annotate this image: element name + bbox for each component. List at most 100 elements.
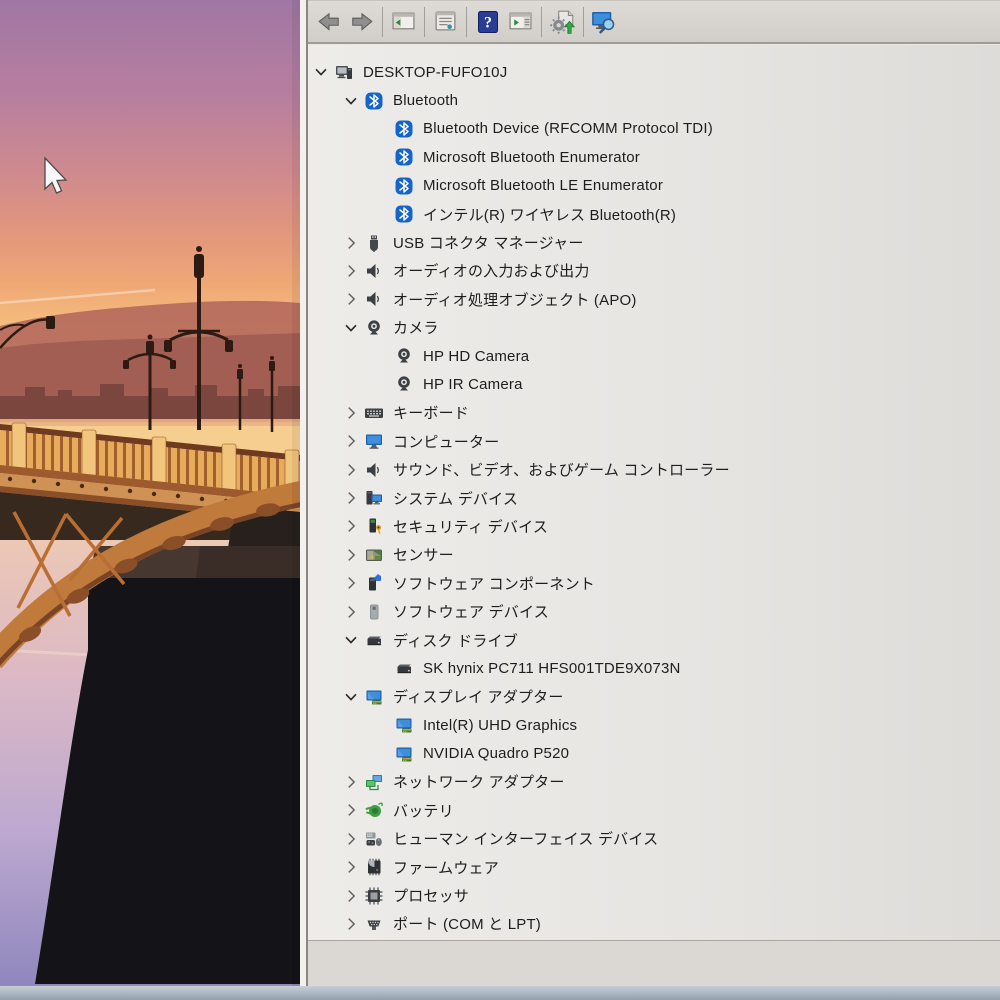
collapse-chevron-icon[interactable]: [338, 318, 364, 338]
tree-item[interactable]: ディスク ドライブ: [308, 626, 1000, 654]
screen-bottom-edge: [0, 986, 1000, 1000]
collapse-chevron-icon[interactable]: [338, 630, 364, 650]
tree-item[interactable]: HP HD Camera: [308, 342, 1000, 370]
toolbar-separator: [583, 6, 584, 37]
tree-item[interactable]: インテル(R) ワイヤレス Bluetooth(R): [308, 200, 1000, 228]
back-button[interactable]: [312, 5, 345, 39]
tree-item[interactable]: キーボード: [308, 399, 1000, 427]
expand-chevron-icon[interactable]: [338, 857, 364, 877]
properties-icon: [435, 11, 456, 31]
expand-chevron-icon[interactable]: [338, 261, 364, 281]
tree-item[interactable]: Microsoft Bluetooth LE Enumerator: [308, 172, 1000, 200]
help-icon: ?: [477, 10, 498, 33]
tree-item[interactable]: Intel(R) UHD Graphics: [308, 711, 1000, 739]
status-bar: [308, 940, 1000, 987]
tree-item[interactable]: オーディオ処理オブジェクト (APO): [308, 285, 1000, 313]
expand-chevron-icon[interactable]: [338, 545, 364, 565]
expand-chevron-icon[interactable]: [338, 460, 364, 480]
tree-item[interactable]: ヒューマン インターフェイス デバイス: [308, 825, 1000, 853]
forward-button[interactable]: [345, 5, 378, 39]
display-icon: [394, 744, 414, 764]
scan-hardware-changes-button[interactable]: [546, 5, 579, 39]
ports-icon: [364, 914, 384, 934]
disk-icon: [394, 658, 414, 678]
help-button[interactable]: ?: [471, 5, 504, 39]
expand-chevron-icon[interactable]: [338, 403, 364, 423]
tree-item-label: Microsoft Bluetooth LE Enumerator: [423, 177, 664, 195]
show-action-pane-button[interactable]: [504, 5, 537, 39]
svg-text:?: ?: [484, 14, 492, 31]
tree-item[interactable]: ソフトウェア コンポーネント: [308, 569, 1000, 597]
collapse-chevron-icon[interactable]: [308, 62, 334, 82]
tree-item[interactable]: システム デバイス: [308, 484, 1000, 512]
tree-item-label: ヒューマン インターフェイス デバイス: [393, 831, 659, 849]
toolbar: ?: [308, 0, 1000, 44]
computer-search-icon: [592, 11, 615, 34]
tree-item-label: ネットワーク アダプター: [393, 774, 565, 792]
tree-item[interactable]: セキュリティ デバイス: [308, 512, 1000, 540]
hid-icon: [364, 829, 384, 849]
tree-item[interactable]: ディスプレイ アダプター: [308, 683, 1000, 711]
tree-item[interactable]: サウンド、ビデオ、およびゲーム コントローラー: [308, 455, 1000, 483]
forward-arrow-icon: [351, 12, 373, 31]
expand-chevron-icon[interactable]: [338, 488, 364, 508]
expand-chevron-icon[interactable]: [338, 516, 364, 536]
tree-item[interactable]: プロセッサ: [308, 881, 1000, 909]
expand-chevron-icon[interactable]: [338, 914, 364, 934]
expand-chevron-icon[interactable]: [338, 431, 364, 451]
keyboard-icon: [364, 403, 384, 423]
tree-item[interactable]: Bluetooth: [308, 86, 1000, 114]
tree-item-label: ディスク ドライブ: [393, 632, 518, 650]
audio-icon: [364, 261, 384, 281]
show-console-tree-button[interactable]: [387, 5, 420, 39]
tree-item[interactable]: SK hynix PC711 HFS001TDE9X073N: [308, 654, 1000, 682]
tree-item[interactable]: DESKTOP-FUFO10J: [308, 58, 1000, 86]
tree-item[interactable]: センサー: [308, 541, 1000, 569]
tree-item[interactable]: オーディオの入力および出力: [308, 257, 1000, 285]
tree-item[interactable]: バッテリ: [308, 796, 1000, 824]
disk-icon: [364, 630, 384, 650]
tree-item[interactable]: USB コネクタ マネージャー: [308, 228, 1000, 256]
collapse-chevron-icon[interactable]: [338, 91, 364, 111]
properties-button[interactable]: [429, 5, 462, 39]
system-icon: [364, 488, 384, 508]
expand-chevron-icon[interactable]: [338, 233, 364, 253]
back-arrow-icon: [317, 12, 339, 31]
expand-chevron-icon[interactable]: [338, 886, 364, 906]
tree-item[interactable]: Bluetooth Device (RFCOMM Protocol TDI): [308, 115, 1000, 143]
tree-item[interactable]: カメラ: [308, 314, 1000, 342]
tree-item[interactable]: HP IR Camera: [308, 370, 1000, 398]
tree-item[interactable]: ソフトウェア デバイス: [308, 597, 1000, 625]
tree-item-label: セキュリティ デバイス: [393, 518, 549, 536]
camera-icon: [364, 318, 384, 338]
scan-hardware-icon: [549, 10, 575, 34]
tree-item-label: オーディオの入力および出力: [393, 263, 590, 281]
tree-item[interactable]: ポート (COM と LPT): [308, 910, 1000, 938]
display-icon: [394, 715, 414, 735]
tree-item-label: ポート (COM と LPT): [393, 916, 541, 934]
expand-chevron-icon[interactable]: [338, 573, 364, 593]
tree-item[interactable]: コンピューター: [308, 427, 1000, 455]
firmware-icon: [364, 857, 384, 877]
collapse-chevron-icon[interactable]: [338, 687, 364, 707]
processor-icon: [364, 886, 384, 906]
tree-item-label: HP IR Camera: [423, 375, 523, 393]
expand-chevron-icon[interactable]: [338, 289, 364, 309]
expand-chevron-icon[interactable]: [338, 772, 364, 792]
security-icon: [364, 516, 384, 536]
expand-chevron-icon[interactable]: [338, 800, 364, 820]
expand-chevron-icon[interactable]: [338, 829, 364, 849]
audio-icon: [364, 289, 384, 309]
expand-chevron-icon[interactable]: [338, 602, 364, 622]
toolbar-separator: [541, 6, 542, 37]
tree-item-label: インテル(R) ワイヤレス Bluetooth(R): [423, 206, 677, 224]
tree-item[interactable]: ファームウェア: [308, 853, 1000, 881]
remote-computer-search-button[interactable]: [588, 5, 621, 39]
tree-item[interactable]: NVIDIA Quadro P520: [308, 739, 1000, 767]
tree-item[interactable]: ネットワーク アダプター: [308, 768, 1000, 796]
toolbar-separator: [424, 6, 425, 37]
tree-item[interactable]: Microsoft Bluetooth Enumerator: [308, 143, 1000, 171]
